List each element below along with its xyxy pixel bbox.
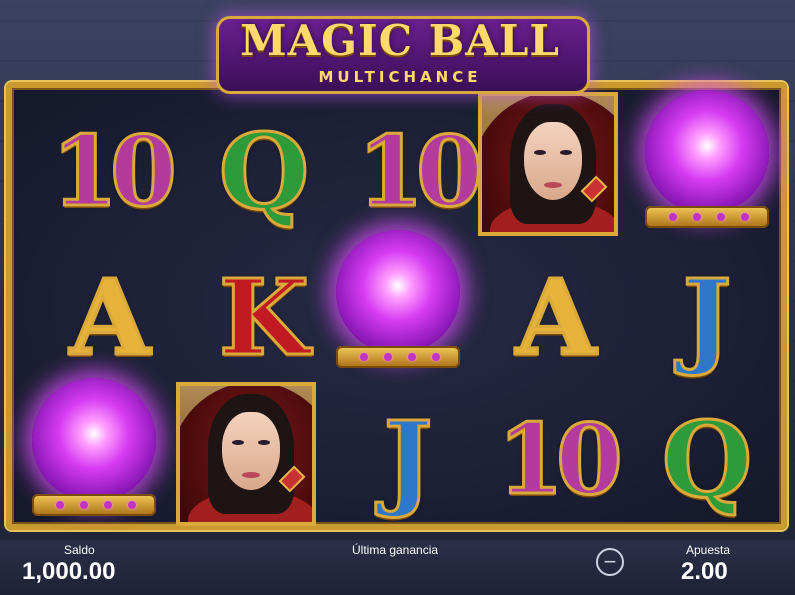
- symbol-q-text: Q: [660, 398, 754, 521]
- symbol-fortune-teller: [176, 382, 316, 526]
- reel-frame: 10 Q 10 A K A J J 10 Q: [6, 82, 787, 530]
- symbol-magic-ball: [24, 378, 164, 518]
- magic-ball-icon: [24, 378, 164, 518]
- game-logo: MAGIC BALL MULTICHANCE: [206, 8, 594, 94]
- symbol-q-text: Q: [217, 110, 311, 233]
- symbol-fortune-teller: [478, 92, 618, 236]
- fortune-teller-portrait: [478, 92, 618, 236]
- symbol-a-text: A: [68, 256, 152, 379]
- symbol-10-text: 10: [356, 115, 485, 228]
- symbol-10: 10: [346, 102, 486, 242]
- balance-label: Saldo: [64, 543, 95, 557]
- symbol-q: Q: [637, 390, 777, 530]
- last-win-label: Última ganancia: [352, 543, 439, 557]
- minus-icon: −: [603, 549, 617, 574]
- symbol-magic-ball: [637, 90, 777, 230]
- symbol-10: 10: [486, 390, 626, 530]
- balance-value: 1,000.00: [22, 558, 116, 585]
- symbol-k-text: K: [217, 256, 310, 379]
- game-subtitle: MULTICHANCE: [318, 68, 482, 86]
- symbol-a: A: [40, 248, 180, 388]
- symbol-10-text: 10: [496, 403, 625, 516]
- bet-label: Apuesta: [686, 543, 731, 557]
- symbol-j-text: J: [681, 256, 733, 379]
- symbol-q: Q: [194, 102, 334, 242]
- decrease-bet-button[interactable]: −: [596, 548, 624, 576]
- symbol-10: 10: [40, 102, 180, 242]
- symbol-a-text: A: [514, 256, 598, 379]
- symbol-10-text: 10: [50, 115, 179, 228]
- symbol-a: A: [486, 248, 626, 388]
- symbol-j: J: [637, 248, 777, 388]
- magic-ball-icon: [328, 230, 468, 370]
- symbol-magic-ball: [328, 230, 468, 370]
- bet-value: 2.00: [681, 558, 728, 585]
- symbol-k: K: [194, 248, 334, 388]
- fortune-teller-portrait: [176, 382, 316, 526]
- symbol-j-text: J: [382, 398, 434, 521]
- symbol-j: J: [338, 390, 478, 530]
- game-title: MAGIC BALL: [240, 16, 560, 65]
- magic-ball-icon: [637, 90, 777, 230]
